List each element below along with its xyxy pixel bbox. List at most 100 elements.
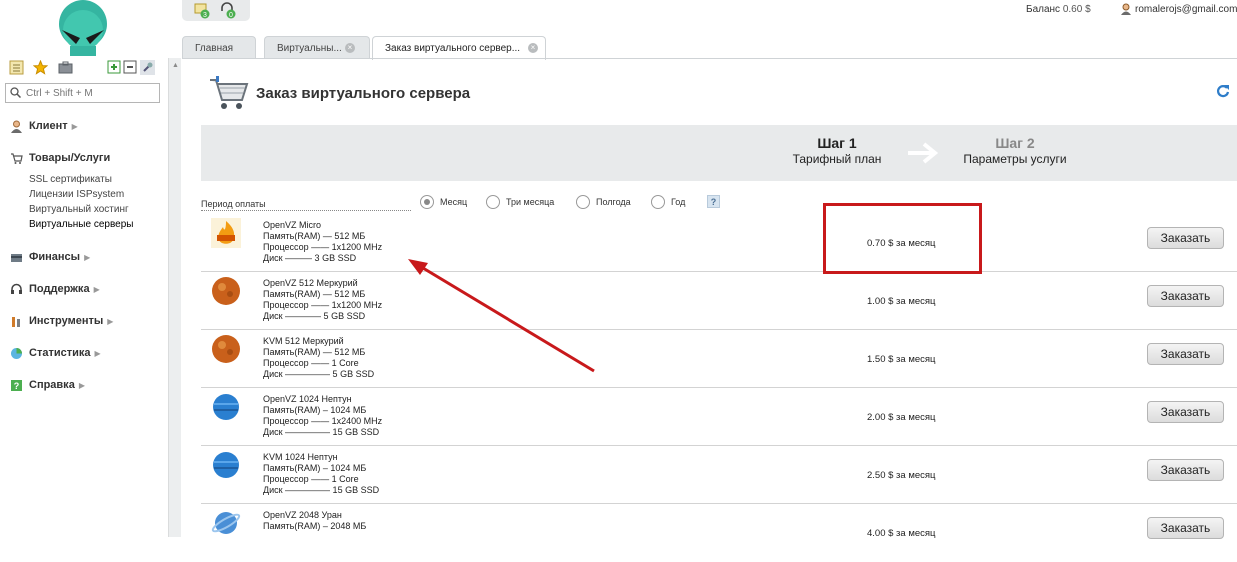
tab-order-server[interactable]: Заказ виртуального сервер... × [372,36,546,60]
plan-cpu: Процессор —— 1x2400 MHz [263,416,383,426]
radio-circle[interactable] [576,195,590,209]
page-title: Заказ виртуального сервера [256,85,471,102]
plan-ram: Память(RAM) — 512 МБ [263,231,366,241]
menu-support[interactable]: Поддержка ▶ [10,281,100,297]
menu-stats[interactable]: Статистика ▶ [10,345,101,361]
radio-circle[interactable] [420,195,434,209]
uranus-planet-icon [211,512,241,534]
period-quarter-label: Три месяца [506,197,555,207]
menu-tools[interactable]: Инструменты ▶ [10,313,113,329]
user-menu[interactable]: romalerojs@gmail.com [1120,3,1237,15]
period-quarter-radio[interactable]: Три месяца [486,195,554,209]
order-button[interactable]: Заказать [1147,343,1224,365]
sidebar-splitter[interactable]: ▲ [168,58,181,537]
balance-label: Баланс [1026,4,1061,15]
help-icon: ? [11,379,22,391]
plan-disk: Диск ———— 5 GB SSD [263,311,366,321]
plan-spec: OpenVZ 2048 Уран Память(RAM) – 2048 МБ [263,510,366,532]
plan-row: KVM 512 Меркурий Память(RAM) — 512 МБ Пр… [201,330,1237,388]
close-icon[interactable]: × [345,43,355,53]
menu-help-label: Справка [29,379,75,391]
order-button[interactable]: Заказать [1147,517,1224,539]
plan-row: OpenVZ 2048 Уран Память(RAM) – 2048 МБ 4… [201,504,1237,562]
shopping-cart-icon [210,76,249,109]
mercury-planet-icon [212,335,240,363]
notifications-badge: 3 [203,12,207,19]
plan-cpu: Процессор —— 1 Core [263,358,359,368]
balance: Баланс 0.60 $ [1026,4,1091,15]
chevron-right-icon: ▶ [93,284,100,294]
menu-client[interactable]: Клиент ▶ [10,118,78,134]
chevron-right-icon: ▶ [107,316,114,326]
plan-ram: Память(RAM) – 2048 МБ [263,521,367,531]
highlight-box [823,203,982,274]
chevron-right-icon: ▶ [84,252,91,262]
submenu-virtual-hosting[interactable]: Виртуальный хостинг [29,202,133,217]
plan-cpu: Процессор —— 1x1200 MHz [263,242,383,252]
plan-disk: Диск ————— 15 GB SSD [263,427,380,437]
plan-cpu: Процессор —— 1 Core [263,474,359,484]
notifications-icon[interactable]: 3 [193,1,211,19]
order-button[interactable]: Заказать [1147,285,1224,307]
menu-finance[interactable]: Финансы ▶ [10,249,90,265]
sidebar: Клиент ▶ Товары/Услуги SSL сертификаты Л… [0,0,168,537]
plan-ram: Память(RAM) – 1024 МБ [263,405,367,415]
plan-ram: Память(RAM) — 512 МБ [263,289,366,299]
products-submenu: SSL сертификаты Лицензии ISPsystem Вирту… [29,172,133,232]
radio-circle[interactable] [486,195,500,209]
menu-search[interactable] [5,83,160,103]
period-year-radio[interactable]: Год [651,195,685,209]
plan-price: 2.00 $ за месяц [867,412,936,423]
order-button[interactable]: Заказать [1147,227,1224,249]
menu-products[interactable]: Товары/Услуги [10,150,110,166]
order-button[interactable]: Заказать [1147,459,1224,481]
user-icon [1121,3,1131,15]
content-top-border [182,58,1237,59]
expand-all-icon[interactable] [107,60,122,75]
submenu-isp-licenses[interactable]: Лицензии ISPsystem [29,187,133,202]
step-2-number: Шаг 2 [995,135,1035,151]
scroll-up-icon[interactable]: ▲ [172,62,179,69]
collapse-all-icon[interactable] [123,60,138,75]
chevron-right-icon: ▶ [78,380,85,390]
menu-stats-label: Статистика [29,347,91,359]
tab-virtual-servers[interactable]: Виртуальны... × [264,36,370,59]
submenu-ssl[interactable]: SSL сертификаты [29,172,133,187]
period-month-radio[interactable]: Месяц [420,195,467,209]
plan-disk: Диск ——— 3 GB SSD [263,253,357,263]
balance-value: 0.60 $ [1062,4,1091,15]
order-button[interactable]: Заказать [1147,401,1224,423]
cart-icon [11,152,23,164]
pin-icon[interactable] [140,60,155,75]
refresh-icon[interactable] [1216,84,1230,98]
client-icon [11,120,22,133]
step-1-name: Тарифный план [792,152,882,166]
favorites-star-icon[interactable] [33,60,48,75]
chevron-right-icon: ▶ [71,121,78,131]
tree-view-icon[interactable] [9,60,24,75]
top-notifications: 3 0 [182,0,250,21]
plan-disk: Диск ————— 15 GB SSD [263,485,380,495]
search-input[interactable] [26,86,156,100]
menu-tools-label: Инструменты [29,315,104,327]
tab-home-label: Главная [195,43,234,54]
close-icon[interactable]: × [528,43,538,53]
annotation-arrow-icon [408,259,595,373]
submenu-virtual-servers[interactable]: Виртуальные серверы [29,217,133,232]
radio-circle[interactable] [651,195,665,209]
period-halfyear-radio[interactable]: Полгода [576,195,631,209]
menu-client-label: Клиент [29,120,68,132]
tab-home[interactable]: Главная [182,36,256,59]
plan-row: OpenVZ 1024 Нептун Память(RAM) – 1024 МБ… [201,388,1237,446]
plan-spec: OpenVZ 1024 Нептун Память(RAM) – 1024 МБ… [263,394,382,438]
plan-spec: KVM 1024 Нептун Память(RAM) – 1024 МБ Пр… [263,452,379,496]
plan-price: 2.50 $ за месяц [867,470,936,481]
help-question-icon[interactable]: ? [707,195,720,208]
step-2: Шаг 2 Параметры услуги [957,135,1073,166]
plan-name: OpenVZ 2048 Уран [263,510,342,520]
briefcase-icon[interactable] [58,60,73,75]
plan-disk: Диск ————— 5 GB SSD [263,369,375,379]
plan-name: OpenVZ Micro [263,220,322,230]
support-tickets-icon[interactable]: 0 [219,1,237,19]
menu-help[interactable]: ? Справка ▶ [10,377,85,393]
